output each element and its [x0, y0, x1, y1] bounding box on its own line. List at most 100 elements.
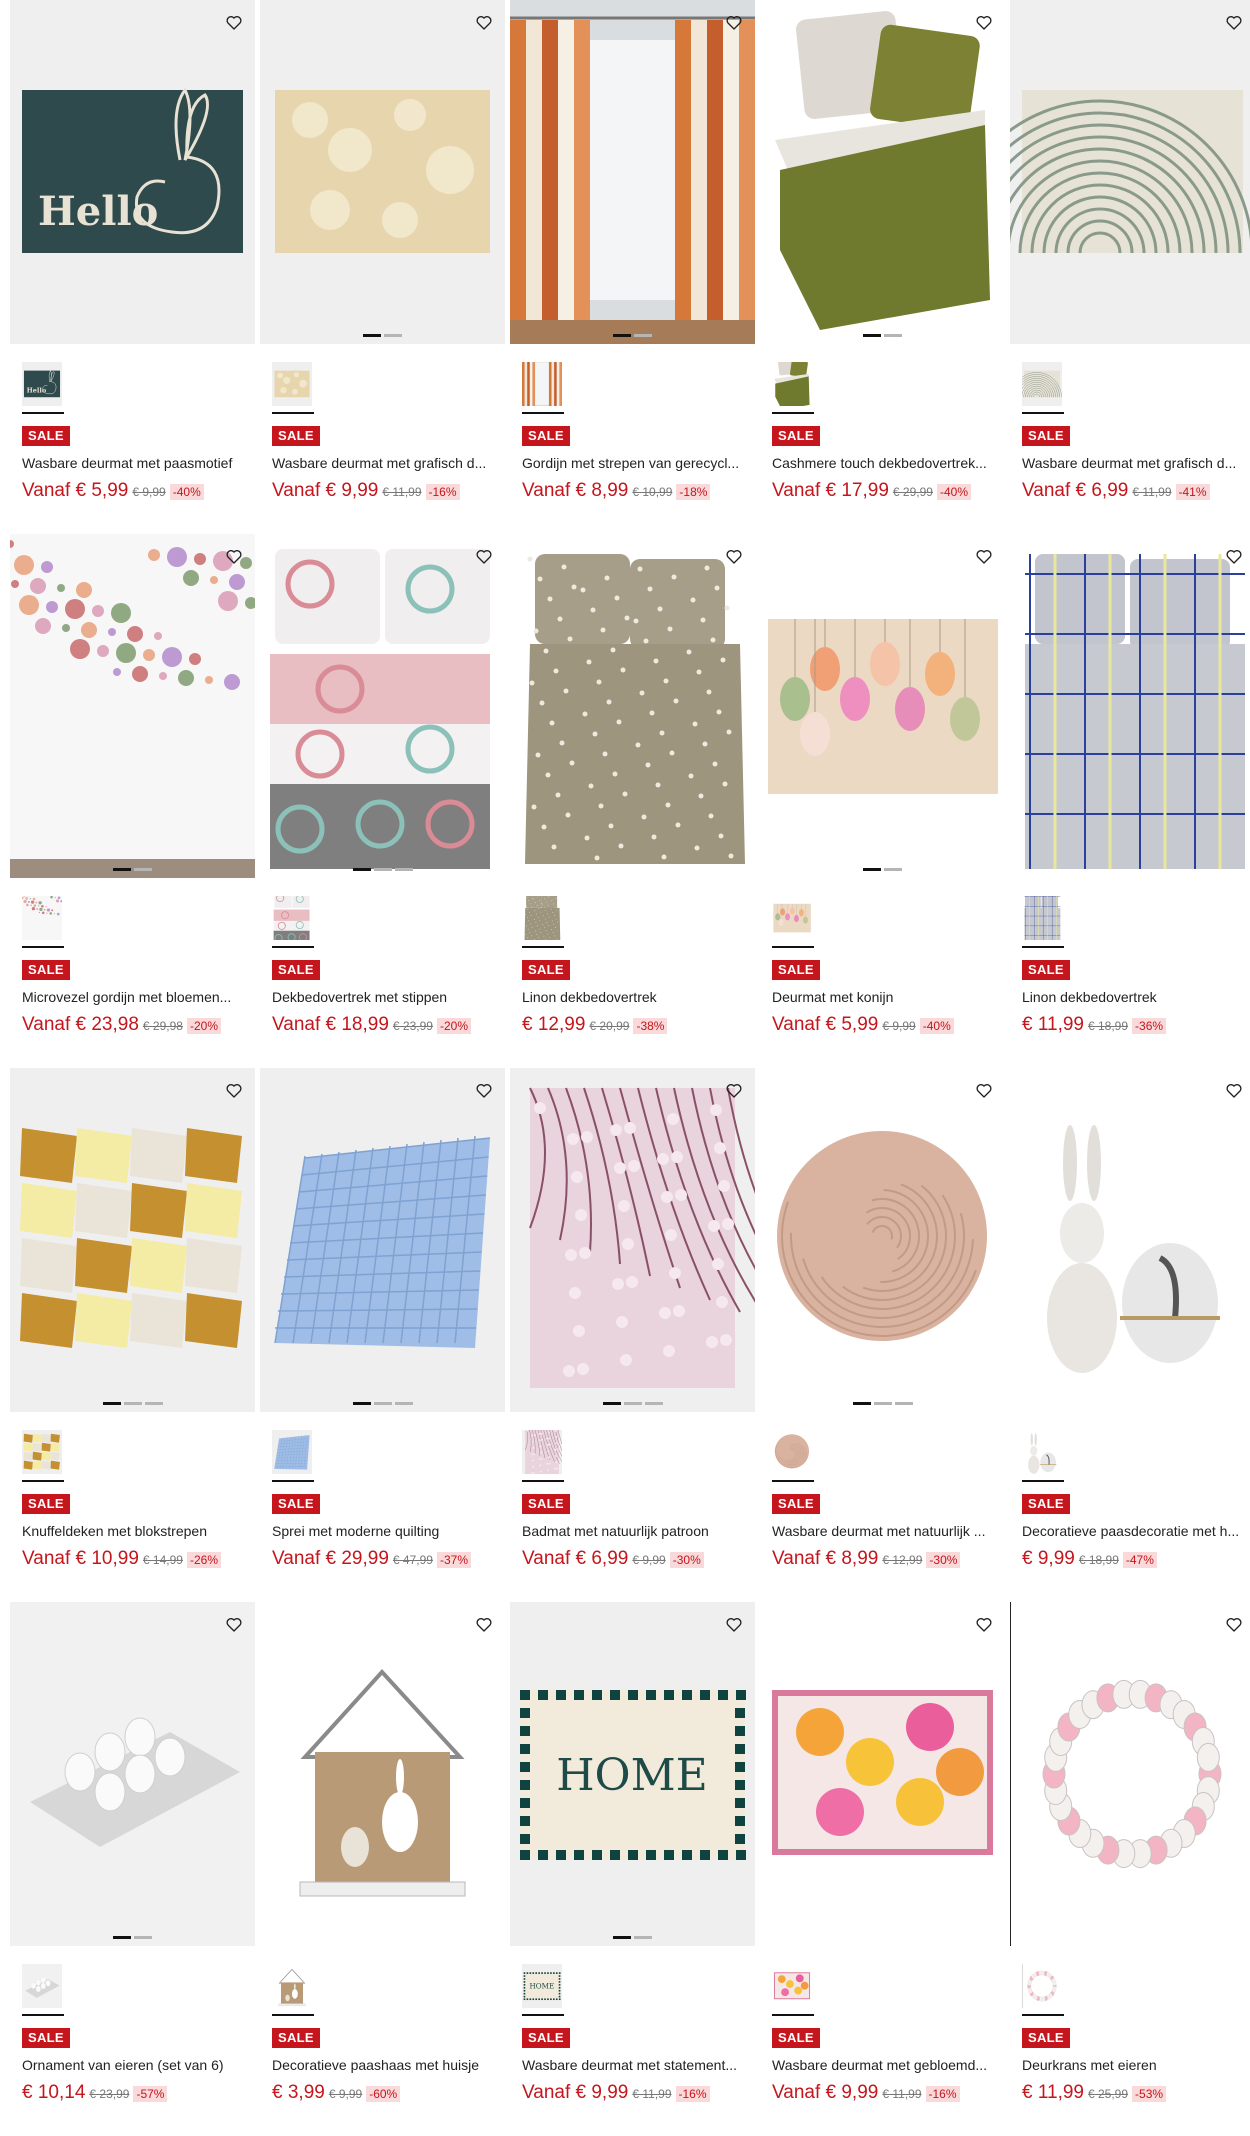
wishlist-heart-icon[interactable]: [223, 12, 245, 34]
product-image[interactable]: [510, 1068, 755, 1412]
product-title[interactable]: Deurmat met konijn: [772, 989, 1000, 1005]
carousel-dot[interactable]: [134, 1936, 152, 1939]
image-carousel-dots[interactable]: [510, 334, 755, 337]
carousel-dot[interactable]: [624, 1402, 642, 1405]
carousel-dot[interactable]: [884, 334, 902, 337]
product-image[interactable]: [260, 1068, 505, 1412]
product-card[interactable]: SALE Microvezel gordijn met bloemen... V…: [10, 534, 255, 1068]
carousel-dot[interactable]: [613, 1936, 631, 1939]
image-carousel-dots[interactable]: [260, 1402, 505, 1405]
color-swatch-selected[interactable]: [772, 1962, 814, 2016]
product-card[interactable]: SALE Knuffeldeken met blokstrepen Vanaf …: [10, 1068, 255, 1602]
wishlist-heart-icon[interactable]: [473, 1080, 495, 1102]
product-title[interactable]: Decoratieve paashaas met huisje: [272, 2057, 500, 2073]
wishlist-heart-icon[interactable]: [1223, 546, 1245, 568]
image-carousel-dots[interactable]: [260, 868, 505, 871]
color-swatch-selected[interactable]: [772, 360, 814, 414]
carousel-dot[interactable]: [374, 1402, 392, 1405]
color-swatch-selected[interactable]: HOME: [522, 1962, 564, 2016]
color-swatch-selected[interactable]: [772, 1428, 814, 1482]
product-card[interactable]: SALE Wasbare deurmat met grafisch d... V…: [260, 0, 505, 534]
product-title[interactable]: Linon dekbedovertrek: [1022, 989, 1250, 1005]
product-card[interactable]: SALE Gordijn met strepen van gerecycl...…: [510, 0, 755, 534]
carousel-dot[interactable]: [353, 868, 371, 871]
product-image[interactable]: [510, 534, 755, 878]
product-card[interactable]: SALE Sprei met moderne quilting Vanaf € …: [260, 1068, 505, 1602]
product-image[interactable]: [1010, 1068, 1250, 1412]
image-carousel-dots[interactable]: [10, 1402, 255, 1405]
product-title[interactable]: Sprei met moderne quilting: [272, 1523, 500, 1539]
image-carousel-dots[interactable]: [260, 334, 505, 337]
wishlist-heart-icon[interactable]: [1223, 1614, 1245, 1636]
product-title[interactable]: Wasbare deurmat met paasmotief: [22, 455, 250, 471]
carousel-dot[interactable]: [645, 1402, 663, 1405]
product-image[interactable]: [260, 534, 505, 878]
image-carousel-dots[interactable]: [510, 1936, 755, 1939]
product-card[interactable]: SALE Decoratieve paashaas met huisje € 3…: [260, 1602, 505, 2136]
product-card[interactable]: SALE Dekbedovertrek met stippen Vanaf € …: [260, 534, 505, 1068]
color-swatch-selected[interactable]: [522, 360, 564, 414]
product-image[interactable]: Hello: [10, 0, 255, 344]
product-image[interactable]: [760, 1602, 1005, 1946]
product-image[interactable]: [1010, 1602, 1250, 1946]
product-card[interactable]: SALE Wasbare deurmat met natuurlijk ... …: [760, 1068, 1005, 1602]
product-card[interactable]: SALE Decoratieve paasdecoratie met h... …: [1010, 1068, 1250, 1602]
wishlist-heart-icon[interactable]: [473, 546, 495, 568]
product-title[interactable]: Microvezel gordijn met bloemen...: [22, 989, 250, 1005]
carousel-dot[interactable]: [145, 1402, 163, 1405]
wishlist-heart-icon[interactable]: [973, 546, 995, 568]
color-swatch-selected[interactable]: [772, 894, 814, 948]
color-swatch-selected[interactable]: [1022, 1962, 1064, 2016]
product-card[interactable]: SALE Linon dekbedovertrek € 11,99 € 18,9…: [1010, 534, 1250, 1068]
carousel-dot[interactable]: [863, 334, 881, 337]
wishlist-heart-icon[interactable]: [723, 546, 745, 568]
product-title[interactable]: Dekbedovertrek met stippen: [272, 989, 500, 1005]
color-swatch-selected[interactable]: [522, 894, 564, 948]
product-image[interactable]: [10, 1068, 255, 1412]
color-swatch-selected[interactable]: [272, 360, 314, 414]
image-carousel-dots[interactable]: [760, 334, 1005, 337]
product-card[interactable]: SALE Cashmere touch dekbedovertrek... Va…: [760, 0, 1005, 534]
product-title[interactable]: Linon dekbedovertrek: [522, 989, 750, 1005]
product-image[interactable]: [10, 1602, 255, 1946]
product-image[interactable]: [260, 1602, 505, 1946]
wishlist-heart-icon[interactable]: [1223, 12, 1245, 34]
carousel-dot[interactable]: [103, 1402, 121, 1405]
product-title[interactable]: Cashmere touch dekbedovertrek...: [772, 455, 1000, 471]
product-image[interactable]: [760, 0, 1005, 344]
carousel-dot[interactable]: [634, 1936, 652, 1939]
carousel-dot[interactable]: [863, 868, 881, 871]
product-title[interactable]: Wasbare deurmat met grafisch d...: [272, 455, 500, 471]
image-carousel-dots[interactable]: [760, 868, 1005, 871]
product-title[interactable]: Ornament van eieren (set van 6): [22, 2057, 250, 2073]
wishlist-heart-icon[interactable]: [473, 12, 495, 34]
color-swatch-selected[interactable]: [272, 1428, 314, 1482]
product-image[interactable]: [260, 0, 505, 344]
color-swatch-selected[interactable]: [22, 894, 64, 948]
carousel-dot[interactable]: [134, 868, 152, 871]
color-swatch-selected[interactable]: [272, 1962, 314, 2016]
product-card[interactable]: HOME HOME SALE Wasbare deurmat met state…: [510, 1602, 755, 2136]
product-image[interactable]: [1010, 534, 1250, 878]
carousel-dot[interactable]: [874, 1402, 892, 1405]
carousel-dot[interactable]: [603, 1402, 621, 1405]
product-image[interactable]: [10, 534, 255, 878]
product-image[interactable]: [1010, 0, 1250, 344]
carousel-dot[interactable]: [113, 868, 131, 871]
carousel-dot[interactable]: [374, 868, 392, 871]
image-carousel-dots[interactable]: [510, 1402, 755, 1405]
product-card[interactable]: SALE Wasbare deurmat met grafisch d... V…: [1010, 0, 1250, 534]
wishlist-heart-icon[interactable]: [973, 1614, 995, 1636]
carousel-dot[interactable]: [884, 868, 902, 871]
image-carousel-dots[interactable]: [10, 868, 255, 871]
product-card[interactable]: SALE Deurkrans met eieren € 11,99 € 25,9…: [1010, 1602, 1250, 2136]
product-title[interactable]: Wasbare deurmat met natuurlijk ...: [772, 1523, 1000, 1539]
product-title[interactable]: Decoratieve paasdecoratie met h...: [1022, 1523, 1250, 1539]
product-image[interactable]: [510, 0, 755, 344]
wishlist-heart-icon[interactable]: [223, 1614, 245, 1636]
product-title[interactable]: Deurkrans met eieren: [1022, 2057, 1250, 2073]
carousel-dot[interactable]: [353, 1402, 371, 1405]
product-image[interactable]: [760, 534, 1005, 878]
color-swatch-selected[interactable]: [1022, 360, 1064, 414]
color-swatch-selected[interactable]: [272, 894, 314, 948]
